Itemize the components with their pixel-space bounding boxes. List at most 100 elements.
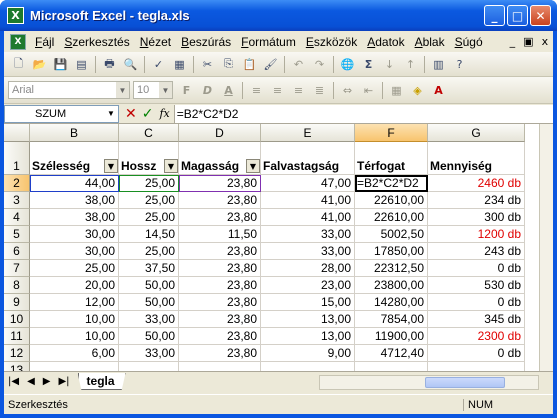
paste-icon[interactable]: 📋 <box>239 54 260 74</box>
menu-insert[interactable]: Beszúrás <box>176 35 236 49</box>
menu-window[interactable]: Ablak <box>410 35 450 49</box>
cell-c3[interactable]: 25,00 <box>119 192 179 209</box>
merge-center-icon[interactable]: ⇔ <box>337 80 358 100</box>
chevron-down-icon[interactable]: ▼ <box>105 107 117 121</box>
doc-minimize-button[interactable]: _ <box>510 35 516 48</box>
cell-b8[interactable]: 20,00 <box>30 277 119 294</box>
cell-c5[interactable]: 14,50 <box>119 226 179 243</box>
cell-c2[interactable]: 25,00 <box>119 175 179 192</box>
menu-view[interactable]: Nézet <box>135 35 176 49</box>
column-header-d[interactable]: D <box>179 124 261 142</box>
excel-app-icon[interactable]: X <box>7 7 24 24</box>
cancel-icon[interactable]: ✕ <box>125 106 137 122</box>
cell-b7[interactable]: 25,00 <box>30 260 119 277</box>
redo-icon[interactable]: ↷ <box>309 54 330 74</box>
cell-d12[interactable]: 23,80 <box>179 345 261 362</box>
cell-g2[interactable]: 2460 db <box>428 175 525 192</box>
row-header-3[interactable]: 3 <box>4 192 30 209</box>
cell-b4[interactable]: 38,00 <box>30 209 119 226</box>
cell-c9[interactable]: 50,00 <box>119 294 179 311</box>
menu-data[interactable]: Adatok <box>362 35 409 49</box>
font-color-icon[interactable]: A <box>428 80 449 100</box>
row-header-7[interactable]: 7 <box>4 260 30 277</box>
first-sheet-icon[interactable]: |◀ <box>4 376 23 387</box>
cell-f12[interactable]: 4712,40 <box>355 345 428 362</box>
cell-d2[interactable]: 23,80 <box>179 175 261 192</box>
print-icon[interactable]: 🖶 <box>99 54 120 74</box>
cell-f4[interactable]: 22610,00 <box>355 209 428 226</box>
last-sheet-icon[interactable]: ▶| <box>54 376 73 387</box>
cell-e2[interactable]: 47,00 <box>261 175 355 192</box>
minimize-button[interactable]: _ <box>484 5 505 26</box>
cell-b5[interactable]: 30,00 <box>30 226 119 243</box>
menu-tools[interactable]: Eszközök <box>301 35 362 49</box>
header-cell[interactable]: Térfogat <box>355 142 428 175</box>
help-icon[interactable]: ? <box>449 54 470 74</box>
cell-g6[interactable]: 243 db <box>428 243 525 260</box>
cell-d9[interactable]: 23,80 <box>179 294 261 311</box>
filter-dropdown-icon[interactable]: ▼ <box>164 159 178 173</box>
row-header-11[interactable]: 11 <box>4 328 30 345</box>
cell-g13[interactable] <box>428 362 525 371</box>
column-header-g[interactable]: G <box>428 124 525 142</box>
cell-e11[interactable]: 13,00 <box>261 328 355 345</box>
row-header-10[interactable]: 10 <box>4 311 30 328</box>
row-header-2[interactable]: 2 <box>4 175 30 192</box>
column-header-b[interactable]: B <box>30 124 119 142</box>
cell-g4[interactable]: 300 db <box>428 209 525 226</box>
worksheet-grid[interactable]: B C D E F G 1 Szélesség ▼ Hossz ▼ Magasság ▼ Falvasta… <box>4 124 553 371</box>
cut-icon[interactable]: ✂ <box>197 54 218 74</box>
cell-d8[interactable]: 23,80 <box>179 277 261 294</box>
print-preview-icon[interactable]: 🔍 <box>120 54 141 74</box>
cell-e6[interactable]: 33,00 <box>261 243 355 260</box>
formula-input[interactable]: =B2*C2*D2 <box>173 104 553 123</box>
cell-c12[interactable]: 33,00 <box>119 345 179 362</box>
cell-c4[interactable]: 25,00 <box>119 209 179 226</box>
cell-g9[interactable]: 0 db <box>428 294 525 311</box>
cell-b13[interactable] <box>30 362 119 371</box>
name-box[interactable]: SZUM ▼ <box>4 104 119 123</box>
cell-g12[interactable]: 0 db <box>428 345 525 362</box>
menu-format[interactable]: Formátum <box>236 35 301 49</box>
cell-f11[interactable]: 11900,00 <box>355 328 428 345</box>
cell-d3[interactable]: 23,80 <box>179 192 261 209</box>
cell-f8[interactable]: 23800,00 <box>355 277 428 294</box>
cell-b3[interactable]: 38,00 <box>30 192 119 209</box>
spelling-icon[interactable]: ✓ <box>148 54 169 74</box>
cell-d13[interactable] <box>179 362 261 371</box>
menu-help[interactable]: Súgó <box>450 35 488 49</box>
borders-icon[interactable]: ▦ <box>386 80 407 100</box>
cell-g3[interactable]: 234 db <box>428 192 525 209</box>
sort-descending-icon[interactable]: ↑ <box>400 54 421 74</box>
align-left-icon[interactable]: ≡ <box>246 80 267 100</box>
scroll-thumb[interactable] <box>425 377 505 388</box>
horizontal-scrollbar[interactable] <box>319 375 539 390</box>
filter-dropdown-icon[interactable]: ▼ <box>104 159 118 173</box>
header-cell[interactable]: Mennyiség <box>428 142 525 175</box>
cell-d7[interactable]: 23,80 <box>179 260 261 277</box>
cell-d4[interactable]: 23,80 <box>179 209 261 226</box>
vertical-scrollbar[interactable] <box>539 124 553 371</box>
sheet-tab-tegla[interactable]: tegla <box>77 373 126 390</box>
cell-c7[interactable]: 37,50 <box>119 260 179 277</box>
cell-d5[interactable]: 11,50 <box>179 226 261 243</box>
cell-e10[interactable]: 13,00 <box>261 311 355 328</box>
cell-c10[interactable]: 33,00 <box>119 311 179 328</box>
row-header-12[interactable]: 12 <box>4 345 30 362</box>
cell-d11[interactable]: 23,80 <box>179 328 261 345</box>
cell-b2[interactable]: 44,00 <box>30 175 119 192</box>
menu-file[interactable]: Fájl <box>30 35 59 49</box>
cell-c8[interactable]: 50,00 <box>119 277 179 294</box>
title-bar[interactable]: X Microsoft Excel - tegla.xls _ □ ✕ <box>0 0 557 31</box>
font-size-select[interactable]: 10 ▼ <box>133 81 173 99</box>
cell-e13[interactable] <box>261 362 355 371</box>
cell-g8[interactable]: 530 db <box>428 277 525 294</box>
format-painter-icon[interactable]: 🖌 <box>260 54 281 74</box>
cell-e12[interactable]: 9,00 <box>261 345 355 362</box>
chart-wizard-icon[interactable]: ▥ <box>428 54 449 74</box>
insert-function-icon[interactable]: fx <box>159 107 169 120</box>
sort-ascending-icon[interactable]: ↓ <box>379 54 400 74</box>
row-header-1[interactable]: 1 <box>4 142 30 175</box>
row-header-5[interactable]: 5 <box>4 226 30 243</box>
doc-close-button[interactable]: x <box>542 35 549 48</box>
